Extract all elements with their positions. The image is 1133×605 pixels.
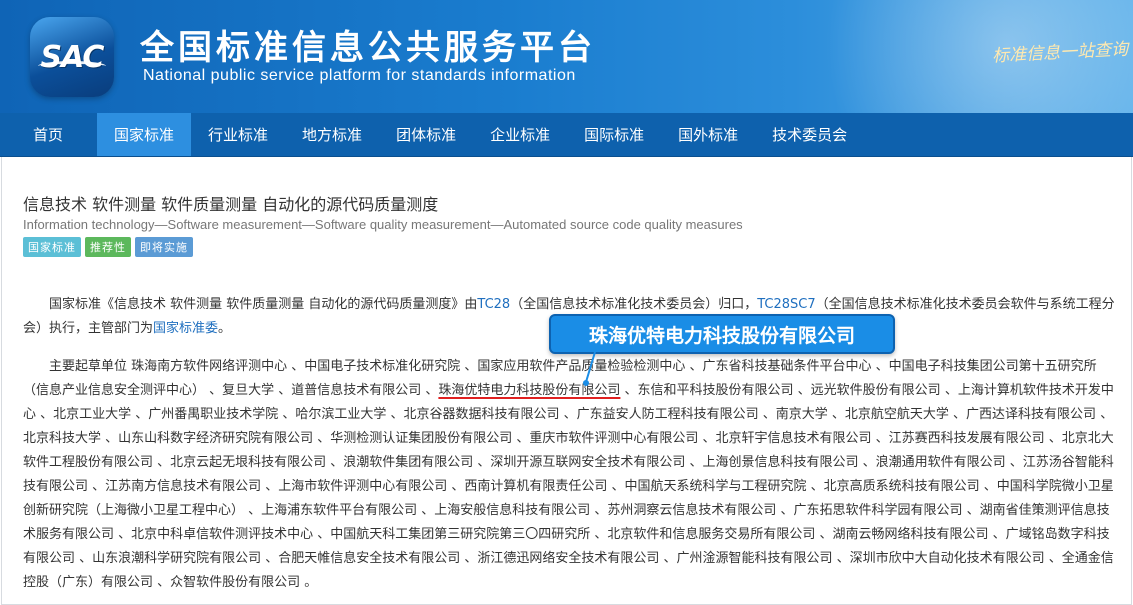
nav-item-local-standards[interactable]: 地方标准 [285,113,379,156]
nav-item-label: 团体标准 [396,126,457,144]
drafters-paragraph: 主要起草单位 珠海南方软件网络评测中心 、中国电子技术标准化研究院 、国家应用软… [23,355,1121,595]
standard-detail-panel: 信息技术 软件测量 软件质量测量 自动化的源代码质量测度 Information… [1,157,1132,605]
intro-tc-text: （全国信息技术标准化技术委员会）归口， [510,297,758,312]
nav-item-group-standards[interactable]: 团体标准 [379,113,473,156]
standard-title: 信息技术 软件测量 软件质量测量 自动化的源代码质量测度 [23,195,439,214]
company-callout: 珠海优特电力科技股份有限公司 [549,314,895,354]
site-header: SAC 全国标准信息公共服务平台 National public service… [0,0,1133,113]
intro-prefix: 国家标准《信息技术 软件测量 软件质量测量 自动化的源代码质量测度》由 [49,297,478,312]
nav-item-enterprise-standards[interactable]: 企业标准 [473,113,567,156]
nav-item-national-standards[interactable]: 国家标准 [97,113,192,156]
tc28sc7-link[interactable]: TC28SC7 [757,297,815,312]
intro-suffix: 。 [218,321,232,336]
nav-item-label: 技术委员会 [772,126,848,144]
nav-item-home[interactable]: 首页 [0,113,97,156]
nav-item-label: 地方标准 [302,126,363,144]
tc28-link[interactable]: TC28 [477,297,510,312]
nav-item-international-standards[interactable]: 国际标准 [567,113,661,156]
nav-item-technical-committees[interactable]: 技术委员会 [755,113,864,156]
nav-item-label: 国际标准 [584,126,645,144]
site-subtitle: National public service platform for sta… [143,67,576,84]
nav-item-label: 国外标准 [678,126,739,144]
sac-dept-link[interactable]: 国家标准委 [153,321,218,336]
badge-national-standard: 国家标准 [23,237,81,257]
callout-pointer-icon [583,351,596,386]
main-nav: 首页 国家标准 行业标准 地方标准 团体标准 企业标准 国际标准 国外标准 技术… [0,113,1133,157]
nav-item-label: 首页 [33,126,64,144]
badge-upcoming: 即将实施 [135,237,193,257]
standard-badges: 国家标准 推荐性 即将实施 [23,237,193,257]
site-title: 全国标准信息公共服务平台 [140,28,596,68]
nav-item-label: 行业标准 [208,126,269,144]
badge-recommended: 推荐性 [85,237,131,257]
sac-logo[interactable]: SAC [30,17,114,97]
nav-item-industry-standards[interactable]: 行业标准 [191,113,285,156]
standard-title-en: Information technology—Software measurem… [23,217,743,232]
nav-item-foreign-standards[interactable]: 国外标准 [661,113,755,156]
drafters-after: 、东信和平科技股份有限公司 、远光软件股份有限公司 、上海计算机软件技术开发中心… [23,383,1114,590]
logo-swoosh [38,61,106,71]
nav-item-label: 企业标准 [490,126,551,144]
nav-item-label: 国家标准 [114,126,175,144]
